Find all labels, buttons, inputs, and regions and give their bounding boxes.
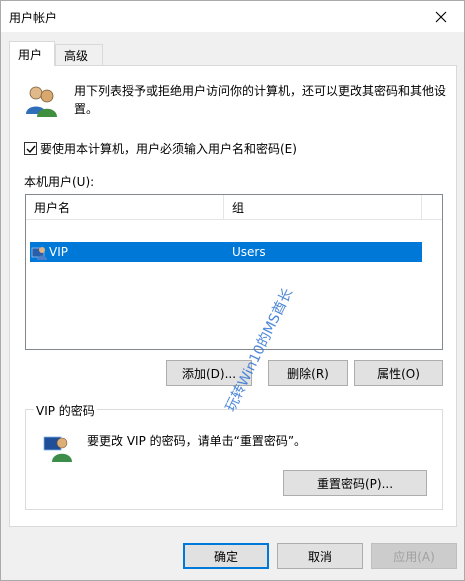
require-password-label: 要使用本计算机，用户必须输入用户名和密码(E) — [40, 142, 297, 156]
user-password-icon — [43, 436, 72, 462]
local-users-label: 本机用户(U): — [24, 175, 95, 189]
cancel-button[interactable]: 取消 — [277, 543, 363, 569]
users-group-icon — [26, 86, 57, 117]
tab-users[interactable]: 用户 — [9, 41, 55, 66]
column-header-username[interactable]: 用户名 — [26, 195, 224, 220]
reset-password-button[interactable]: 重置密码(P)... — [283, 470, 427, 496]
close-button[interactable] — [418, 1, 464, 32]
check-icon — [26, 145, 36, 153]
properties-button[interactable]: 属性(O) — [354, 360, 443, 386]
list-header: 用户名 组 — [26, 195, 442, 220]
row-group: Users — [232, 245, 266, 259]
intro-description: 用下列表授予或拒绝用户访问你的计算机，还可以更改其密码和其他设置。 — [74, 84, 447, 116]
password-instruction: 要更改 VIP 的密码，请单击“重置密码”。 — [87, 434, 307, 448]
title-bar: 用户帐户 — [1, 1, 464, 32]
apply-button[interactable]: 应用(A) — [371, 543, 457, 569]
tab-advanced-label: 高级 — [64, 49, 89, 63]
row-username: VIP — [49, 245, 68, 259]
users-tab-panel: 用下列表授予或拒绝用户访问你的计算机，还可以更改其密码和其他设置。 要使用本计算… — [9, 65, 457, 527]
window-title: 用户帐户 — [9, 11, 58, 25]
require-password-option[interactable]: 要使用本计算机，用户必须输入用户名和密码(E) — [24, 140, 297, 157]
close-icon — [435, 11, 447, 22]
local-users-list[interactable]: 用户名 组 VIP Users — [25, 194, 443, 350]
ok-button[interactable]: 确定 — [183, 543, 269, 569]
tab-users-label: 用户 — [18, 47, 43, 62]
column-header-group[interactable]: 组 — [224, 195, 422, 220]
require-password-checkbox[interactable] — [24, 142, 37, 155]
remove-user-button[interactable]: 删除(R) — [268, 360, 348, 386]
password-group-title: VIP 的密码 — [34, 402, 97, 419]
table-row[interactable]: VIP Users — [30, 242, 422, 262]
tab-advanced[interactable]: 高级 — [55, 44, 103, 66]
user-accounts-dialog: 用户帐户 用户 高级 用下列表授予或拒绝用户访问你的计算机，还可以更改其密码和其… — [0, 0, 465, 581]
user-icon — [31, 247, 47, 260]
